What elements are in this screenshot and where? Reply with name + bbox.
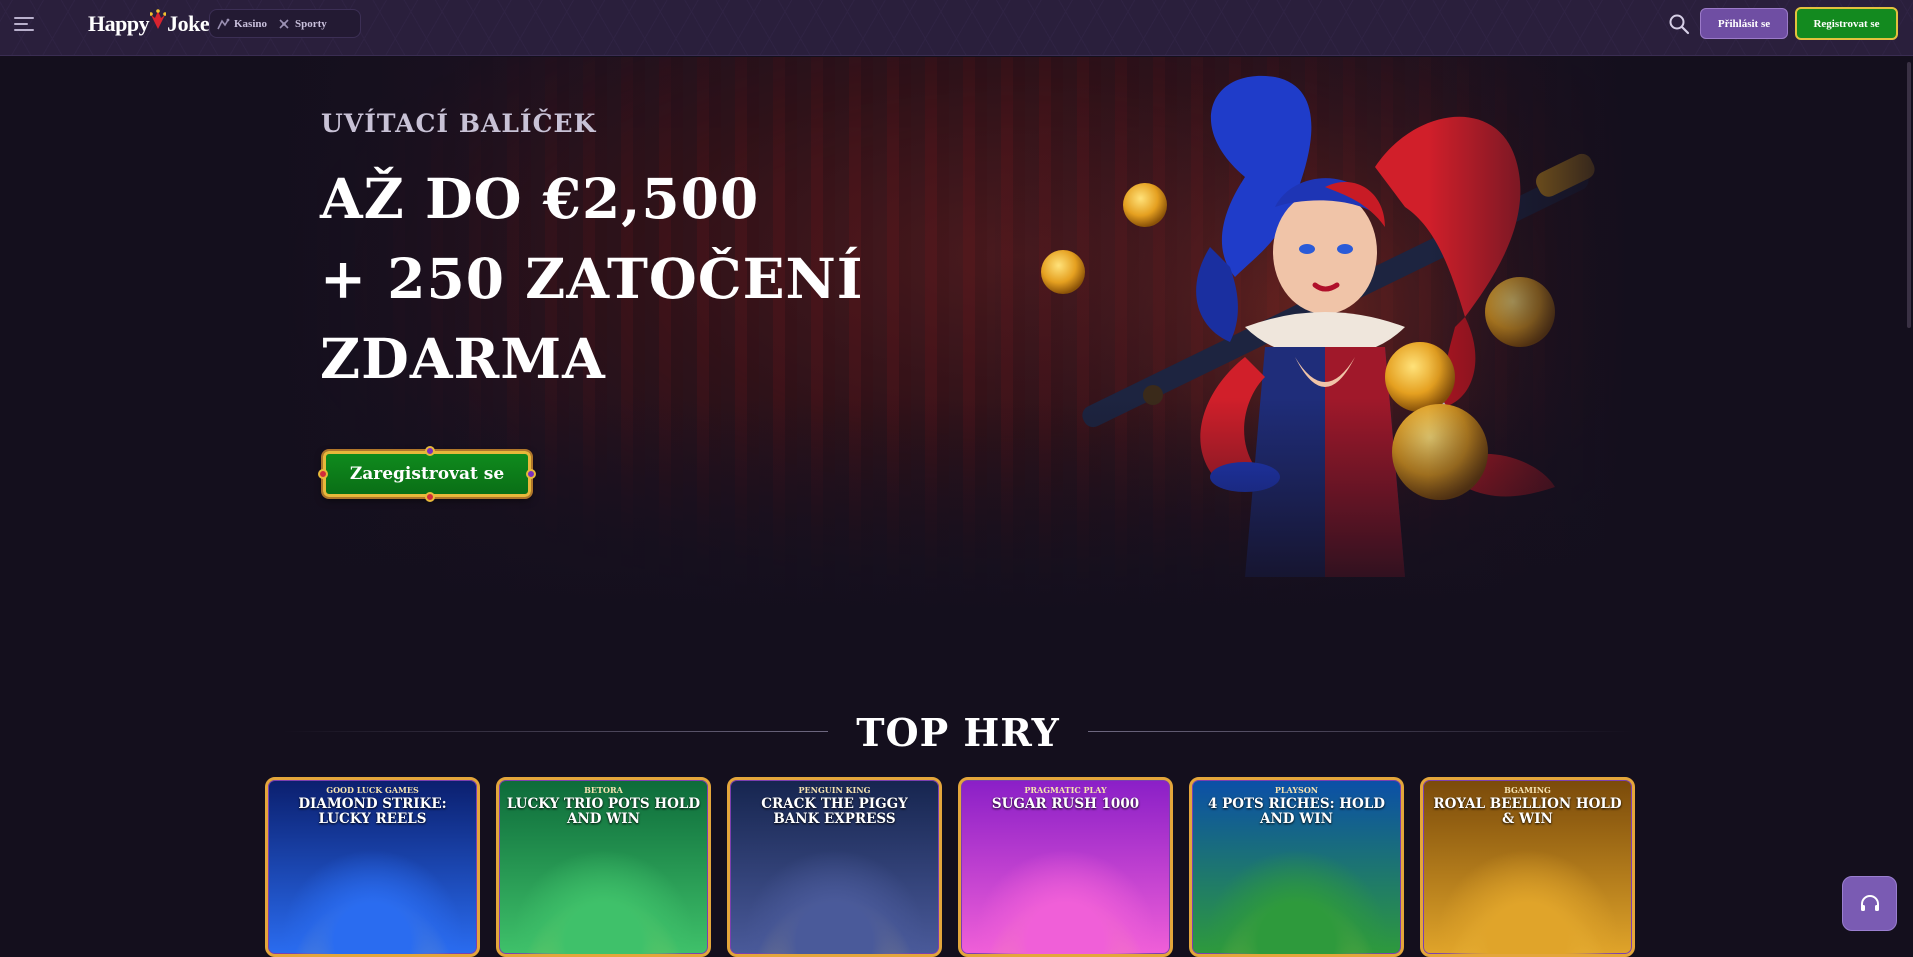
sports-icon (279, 18, 289, 29)
hero-title-line: AŽ DO €2,500 (320, 166, 760, 231)
logo[interactable]: Happy Jokers (88, 6, 227, 42)
game-provider: Playson (1274, 785, 1319, 795)
casino-icon (217, 18, 230, 29)
game-provider: BGaming (1504, 785, 1551, 795)
game-card[interactable]: Penguin King Crack The Piggy Bank Expres… (727, 777, 942, 957)
page-scrollbar[interactable] (1905, 56, 1913, 947)
game-card[interactable]: Pragmatic Play Sugar Rush 1000 (958, 777, 1173, 957)
game-thumbnail (961, 830, 1170, 954)
support-chat-button[interactable] (1842, 876, 1897, 931)
games-row: Good Luck Games Diamond Strike: Lucky Re… (265, 777, 1635, 957)
game-thumbnail (1423, 830, 1632, 954)
gem-icon (425, 492, 435, 502)
game-card[interactable]: Playson 4 Pots Riches: Hold and Win (1189, 777, 1404, 957)
gem-icon (425, 446, 435, 456)
hero-subtitle: UVÍTACÍ BALÍČEK (321, 109, 597, 138)
nav-item-label: Kasino (234, 17, 268, 30)
game-title: Sugar Rush 1000 (991, 796, 1140, 812)
hero-title-line: ZDARMA (320, 326, 606, 391)
logo-text-happy: Happy (88, 11, 150, 36)
hero-register-button[interactable]: Zaregistrovat se (318, 446, 536, 502)
nav-item-sporty[interactable]: Sporty (277, 17, 327, 31)
game-provider: Good Luck Games (326, 785, 419, 795)
gem-icon (318, 469, 328, 479)
hero-title: AŽ DO €2,500 + 250 ZATOČENÍ ZDARMA (320, 159, 864, 399)
hero-register-label: Zaregistrovat se (349, 464, 505, 484)
game-title: Crack The Piggy Bank Express (761, 796, 908, 827)
register-button[interactable]: Registrovat se (1795, 7, 1898, 40)
game-card[interactable]: BGaming Royal Beellion Hold & Win (1420, 777, 1635, 957)
top-games-heading: TOP HRY (283, 706, 1633, 756)
game-provider: Betora (584, 785, 623, 795)
search-icon[interactable] (1668, 13, 1690, 35)
hero-banner: UVÍTACÍ BALÍČEK AŽ DO €2,500 + 250 ZATOČ… (265, 57, 1633, 625)
gem-icon (526, 469, 536, 479)
jester-hat-icon (150, 9, 167, 29)
game-thumbnail (730, 830, 939, 954)
game-card[interactable]: Good Luck Games Diamond Strike: Lucky Re… (265, 777, 480, 957)
menu-icon[interactable] (14, 14, 36, 32)
game-thumbnail (268, 830, 477, 954)
game-provider: Penguin King (798, 785, 871, 795)
nav-item-label: Sporty (295, 17, 327, 30)
divider (1088, 731, 1633, 732)
main-nav: Kasino Sporty (209, 9, 361, 38)
game-thumbnail (499, 830, 708, 954)
headset-icon (1860, 894, 1879, 911)
game-title: Royal Beellion Hold & Win (1433, 796, 1622, 827)
game-title: 4 Pots Riches: Hold and Win (1208, 796, 1385, 827)
game-title: Diamond Strike: Lucky Reels (298, 796, 447, 827)
section-title: TOP HRY (856, 710, 1060, 755)
top-header: Happy Jokers Kasino Sporty Přihlásit se … (0, 0, 1913, 56)
login-button[interactable]: Přihlásit se (1700, 8, 1788, 39)
game-title: Lucky Trio Pots Hold and Win (506, 796, 701, 827)
game-thumbnail (1192, 830, 1401, 954)
hero-title-line: + 250 ZATOČENÍ (320, 246, 864, 311)
game-provider: Pragmatic Play (1024, 785, 1107, 795)
nav-item-kasino[interactable]: Kasino (216, 17, 267, 31)
game-card[interactable]: Betora Lucky Trio Pots Hold and Win (496, 777, 711, 957)
scrollbar-thumb[interactable] (1907, 62, 1911, 328)
